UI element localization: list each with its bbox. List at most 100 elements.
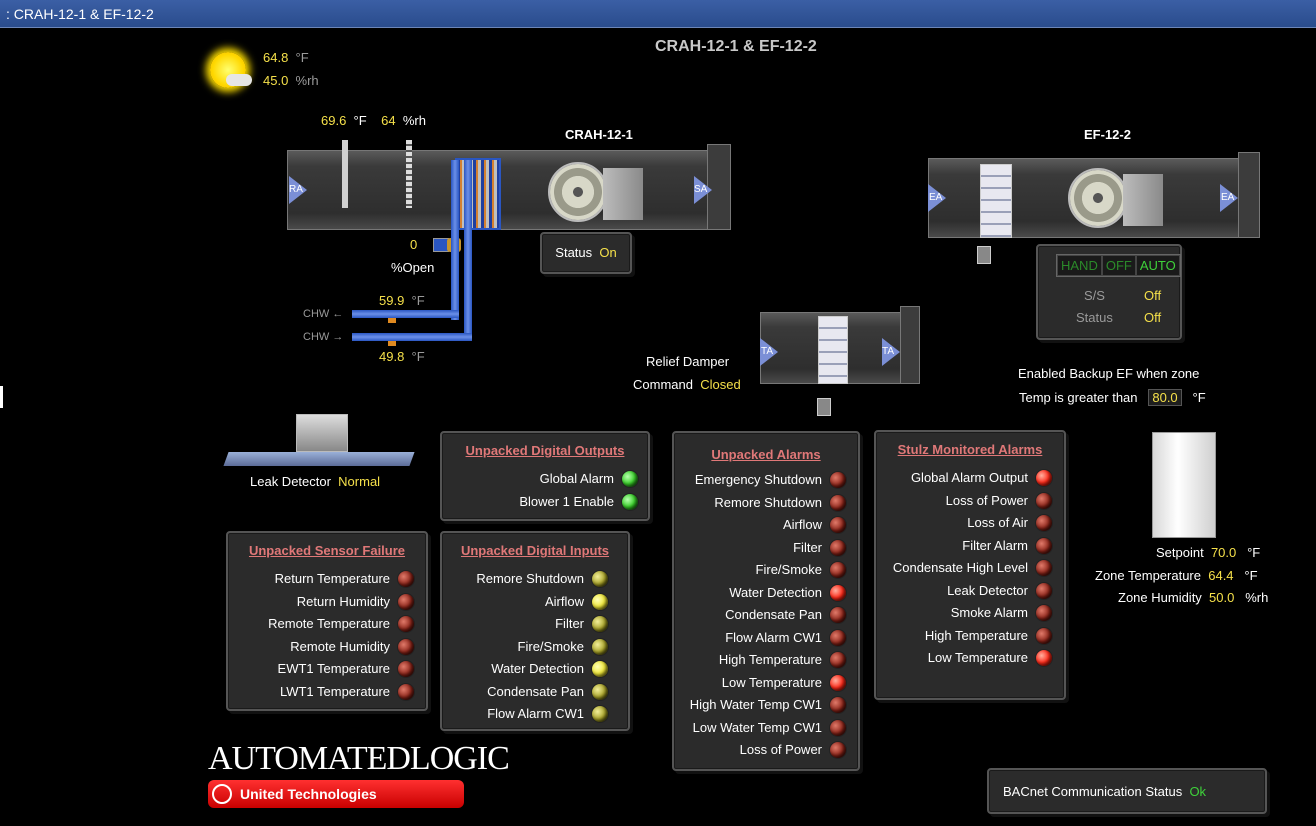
status-row-label: Remote Temperature [268, 616, 390, 631]
status-indicator-icon [830, 674, 846, 691]
status-row-label: Airflow [782, 517, 822, 532]
alarms-panel: Unpacked Alarms Emergency Shutdown Remore… [672, 431, 860, 771]
window-titlebar: : CRAH-12-1 & EF-12-2 [0, 0, 1316, 28]
chw-bottom-sensor-icon [388, 341, 396, 346]
status-indicator-icon [1036, 560, 1052, 576]
backup-ef-text-2: Temp is greater than 80.0 °F [1019, 389, 1206, 406]
status-indicator-icon [830, 607, 846, 623]
chw-top-temp: 59.9 °F [379, 293, 425, 308]
chw-top-sensor-icon [388, 318, 396, 323]
relief-command: Command Closed [633, 377, 741, 392]
digital-inputs-title: Unpacked Digital Inputs [460, 543, 610, 558]
alarms-title: Unpacked Alarms [711, 447, 821, 462]
ta-in-label: TA [761, 346, 774, 357]
ef-fan-housing [1123, 174, 1163, 226]
status-row-label: Blower 1 Enable [519, 494, 614, 509]
status-indicator-icon [830, 697, 846, 713]
status-indicator-icon [398, 661, 414, 677]
stulz-title: Stulz Monitored Alarms [897, 442, 1043, 457]
cooling-coil [455, 158, 501, 230]
ef-ss-value: Off [1144, 288, 1162, 303]
status-row-label: Return Temperature [274, 571, 390, 586]
status-row-label: Condensate Pan [487, 683, 584, 699]
ef-damper-icon [980, 164, 1012, 238]
status-indicator-icon [1036, 492, 1052, 509]
chw-return-label: CHW ← [303, 308, 344, 320]
ef-fan-icon [1068, 168, 1128, 228]
status-row-label: Airflow [544, 593, 584, 609]
status-indicator-icon [830, 584, 846, 601]
status-row-label: Filter [793, 539, 822, 555]
status-indicator-icon [398, 616, 414, 632]
hoa-auto[interactable]: AUTO [1135, 255, 1180, 276]
leak-detector-icon [223, 414, 416, 474]
status-row-label: Remore Shutdown [714, 494, 822, 510]
status-row-label: Fire/Smoke [755, 562, 822, 577]
status-row-label: Water Detection [729, 584, 822, 600]
relief-damper-label: Relief Damper [646, 354, 730, 369]
crah-status-label: Status [555, 245, 593, 260]
chw-bottom-temp: 49.8 °F [379, 349, 425, 364]
ea-in-label: EA [929, 192, 943, 203]
stulz-panel: Stulz Monitored Alarms Global Alarm Outp… [874, 430, 1066, 700]
ta-out-label: TA [882, 346, 895, 357]
status-row-label: Leak Detector [947, 582, 1028, 598]
status-row-label: High Temperature [924, 627, 1028, 643]
status-indicator-icon [592, 593, 608, 610]
ef-damper-actuator-icon [977, 246, 991, 264]
status-indicator-icon [592, 571, 608, 587]
outdoor-temp: 64.8 °F [263, 50, 309, 65]
status-row-label: Remore Shutdown [476, 571, 584, 586]
status-row-label: Return Humidity [296, 593, 390, 609]
left-edge-handle[interactable] [0, 386, 3, 408]
hoa-hand[interactable]: HAND [1057, 255, 1102, 276]
status-row-label: Loss of Power [945, 492, 1028, 508]
digital-inputs-panel: Unpacked Digital Inputs Remore Shutdown A… [440, 531, 630, 731]
bacnet-label: BACnet Communication Status [1003, 784, 1183, 799]
status-indicator-icon [592, 661, 608, 677]
status-row-label: Remote Humidity [290, 638, 390, 654]
valve-open-label: %Open [391, 260, 435, 275]
relief-duct-end [900, 306, 920, 384]
status-row-label: Filter Alarm [962, 537, 1028, 553]
status-indicator-icon [592, 638, 608, 655]
valve-open-value: 0 [410, 237, 418, 252]
status-indicator-icon [622, 471, 638, 487]
return-hum-sensor [406, 140, 412, 208]
status-row-label: High Water Temp CW1 [689, 697, 822, 712]
status-row-label: LWT1 Temperature [279, 683, 390, 699]
status-row-label: Emergency Shutdown [694, 472, 822, 487]
status-indicator-icon [830, 539, 846, 556]
digital-outputs-panel: Unpacked Digital Outputs Global Alarm Blo… [440, 431, 650, 521]
ef-ss-label: S/S [1084, 288, 1105, 303]
status-indicator-icon [398, 638, 414, 655]
status-row-label: Loss of Air [967, 515, 1028, 530]
status-row-label: High Temperature [718, 652, 822, 667]
backup-ef-setpoint-input[interactable]: 80.0 [1148, 389, 1182, 406]
ef-name: EF-12-2 [1084, 127, 1131, 142]
ra-label: RA [289, 184, 303, 195]
hoa-switch[interactable]: HAND OFF AUTO [1056, 254, 1181, 277]
crah-status-value: On [599, 245, 617, 260]
status-indicator-icon [622, 494, 638, 510]
status-indicator-icon [592, 706, 608, 722]
crah-fan-icon [548, 162, 608, 222]
ef-status-value: Off [1144, 310, 1162, 325]
ef-control-panel: HAND OFF AUTO S/S Off Status Off [1036, 244, 1182, 340]
relief-damper-actuator-icon [817, 398, 831, 416]
status-row-label: Low Water Temp CW1 [692, 719, 822, 735]
outdoor-humidity: 45.0 %rh [263, 73, 319, 88]
status-indicator-icon [1036, 627, 1052, 644]
ea-out-label: EA [1221, 192, 1235, 203]
status-indicator-icon [1036, 582, 1052, 599]
status-row-label: Filter [555, 616, 584, 631]
status-indicator-icon [830, 562, 846, 578]
status-row-label: Low Temperature [927, 650, 1028, 665]
status-row-label: Condensate High Level [892, 560, 1028, 575]
hoa-off[interactable]: OFF [1101, 255, 1136, 276]
return-air-readings: 69.6 °F 64 %rh [321, 113, 426, 128]
status-indicator-icon [592, 616, 608, 632]
status-row-label: Global Alarm [539, 471, 614, 486]
status-row-label: Condensate Pan [725, 607, 822, 622]
status-indicator-icon [398, 571, 414, 587]
